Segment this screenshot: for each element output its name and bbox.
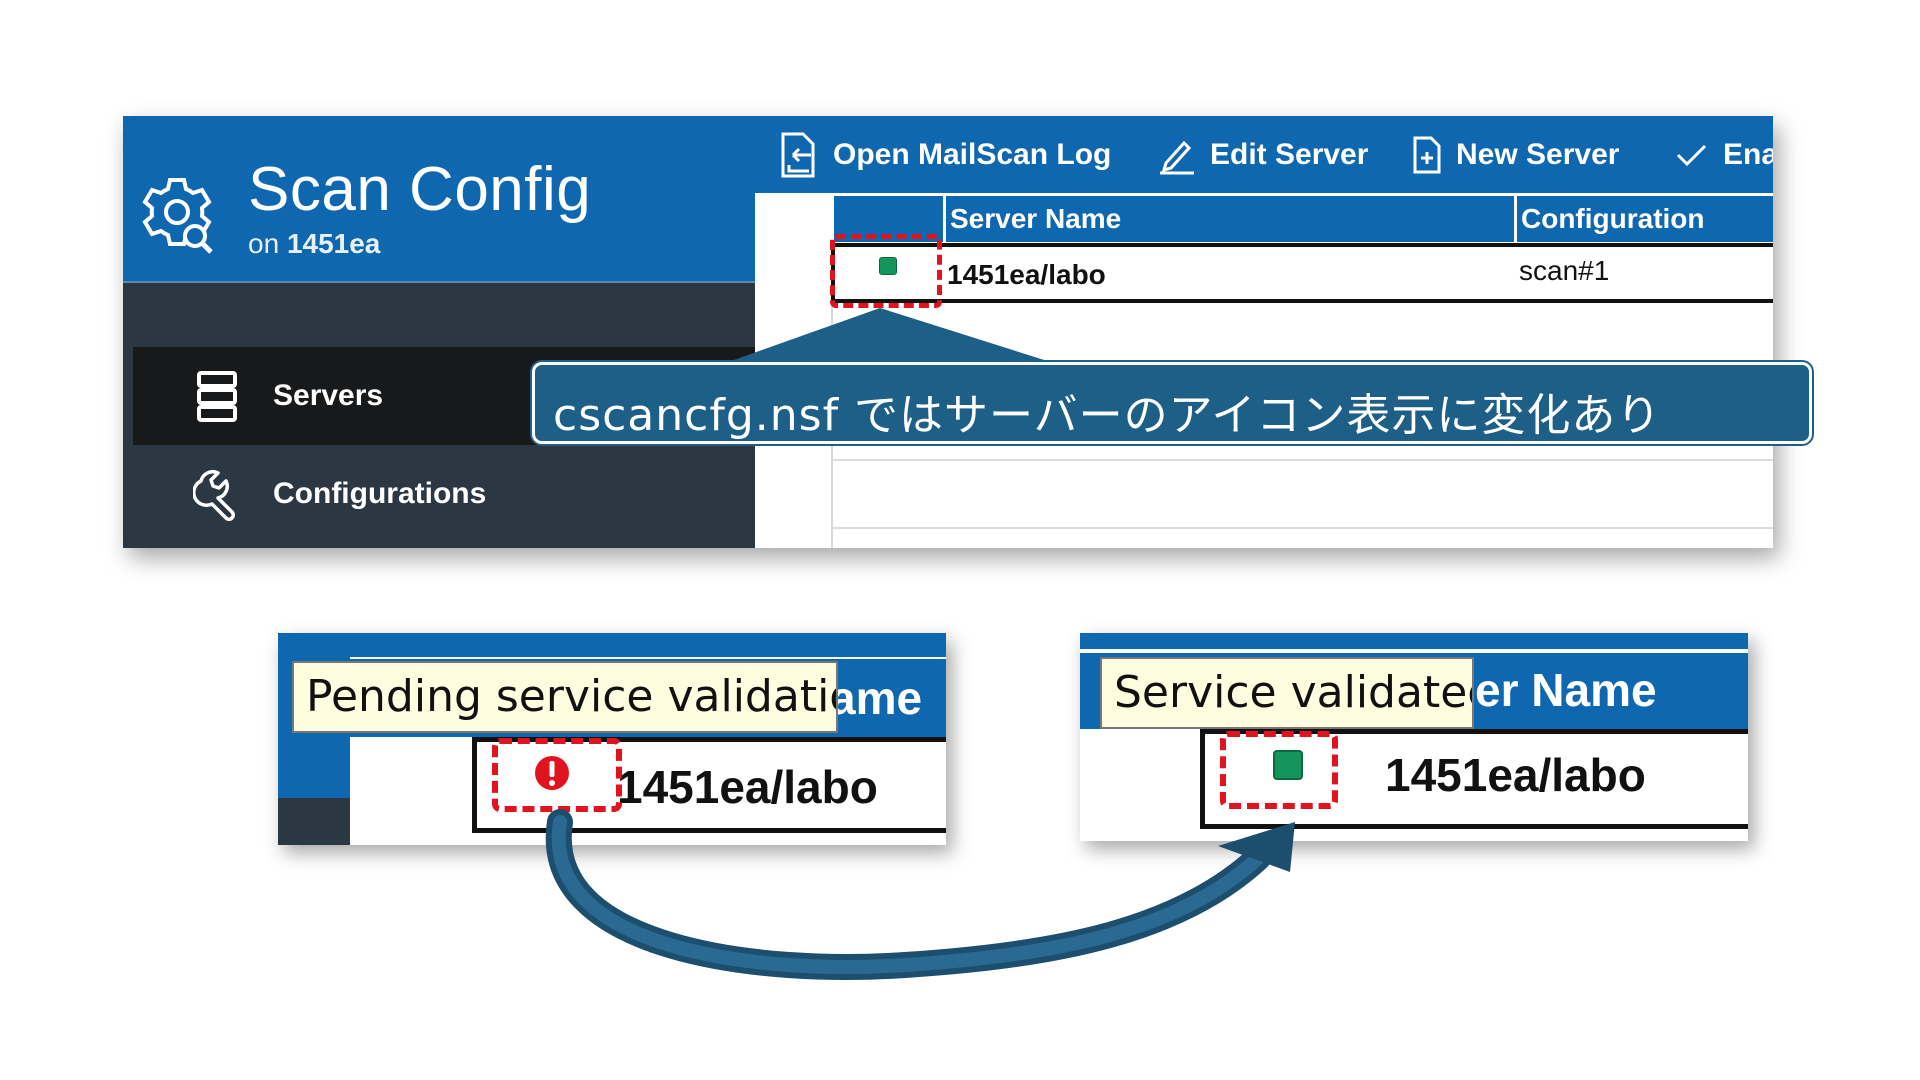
sidebar-item-label: Configurations — [273, 477, 487, 510]
app-title: Scan Config — [248, 155, 592, 224]
after-zoom-panel: er Name 1451ea/labo Service validatec — [1080, 633, 1748, 841]
before-zoom-panel: ame 1451ea/labo Pending service validati… — [278, 633, 946, 845]
grid-header: Server Name Configuration — [831, 196, 1773, 242]
app-subtitle: on 1451ea — [248, 228, 380, 260]
new-server-button[interactable]: New Server — [1412, 130, 1619, 180]
pending-validation-tooltip: Pending service validatio — [292, 661, 838, 733]
annotation-callout: cscancfg.nsf ではサーバーのアイコン表示に変化あり — [532, 362, 1812, 444]
sidebar-dark-fragment — [278, 798, 350, 845]
header-fragment-text: ame — [830, 672, 923, 724]
new-server-label: New Server — [1456, 138, 1620, 171]
column-header-server-name[interactable]: Server Name — [943, 196, 1514, 242]
scan-config-window: Scan Config on 1451ea Servers Configurat… — [123, 116, 1773, 548]
callout-text: cscancfg.nsf ではサーバーのアイコン表示に変化あり — [553, 390, 1662, 441]
table-row[interactable]: 1451ea/labo scan#1 — [831, 243, 1773, 303]
subtitle-prefix: on — [248, 228, 280, 259]
open-mailscan-log-button[interactable]: Open MailScan Log — [779, 130, 1111, 180]
status-icon-highlight — [1220, 731, 1338, 809]
server-stack-icon — [197, 371, 237, 422]
configuration-cell: scan#1 — [1519, 255, 1610, 286]
wrench-icon — [193, 470, 235, 521]
gear-search-icon — [142, 178, 213, 254]
server-name-cell: 1451ea/labo — [617, 761, 878, 813]
header-fragment-text: er Name — [1475, 664, 1657, 716]
sidebar-item-configurations[interactable]: Configurations — [133, 445, 755, 543]
app-header: Scan Config on 1451ea — [123, 116, 755, 283]
sidebar: Scan Config on 1451ea Servers Configurat… — [123, 116, 755, 548]
enable-button[interactable]: Ena — [1675, 130, 1773, 180]
toolbar-fragment — [350, 633, 946, 657]
toolbar: Open MailScan Log Edit Server New Server — [755, 116, 1773, 196]
edit-server-button[interactable]: Edit Server — [1158, 130, 1368, 180]
toolbar-fragment — [1080, 633, 1748, 649]
document-arrow-icon — [781, 132, 815, 178]
open-log-label: Open MailScan Log — [833, 138, 1112, 171]
checkmark-icon — [1676, 144, 1707, 167]
server-name-cell: 1451ea/labo — [947, 259, 1106, 290]
status-icon-highlight — [492, 738, 622, 812]
row-gutter — [350, 737, 472, 845]
sidebar-item-label: Servers — [273, 379, 384, 412]
status-icon-highlight — [830, 234, 942, 308]
subtitle-server: 1451ea — [286, 228, 381, 259]
enable-label: Ena — [1723, 138, 1773, 171]
main-content: Open MailScan Log Edit Server New Server — [755, 116, 1773, 548]
row-gutter — [1080, 729, 1200, 841]
pencil-icon — [1160, 140, 1194, 175]
service-validated-tooltip: Service validatec — [1100, 657, 1474, 729]
edit-server-label: Edit Server — [1210, 138, 1369, 171]
server-name-cell: 1451ea/labo — [1385, 749, 1646, 801]
new-document-icon — [1413, 136, 1441, 174]
column-header-configuration[interactable]: Configuration — [1514, 196, 1773, 242]
